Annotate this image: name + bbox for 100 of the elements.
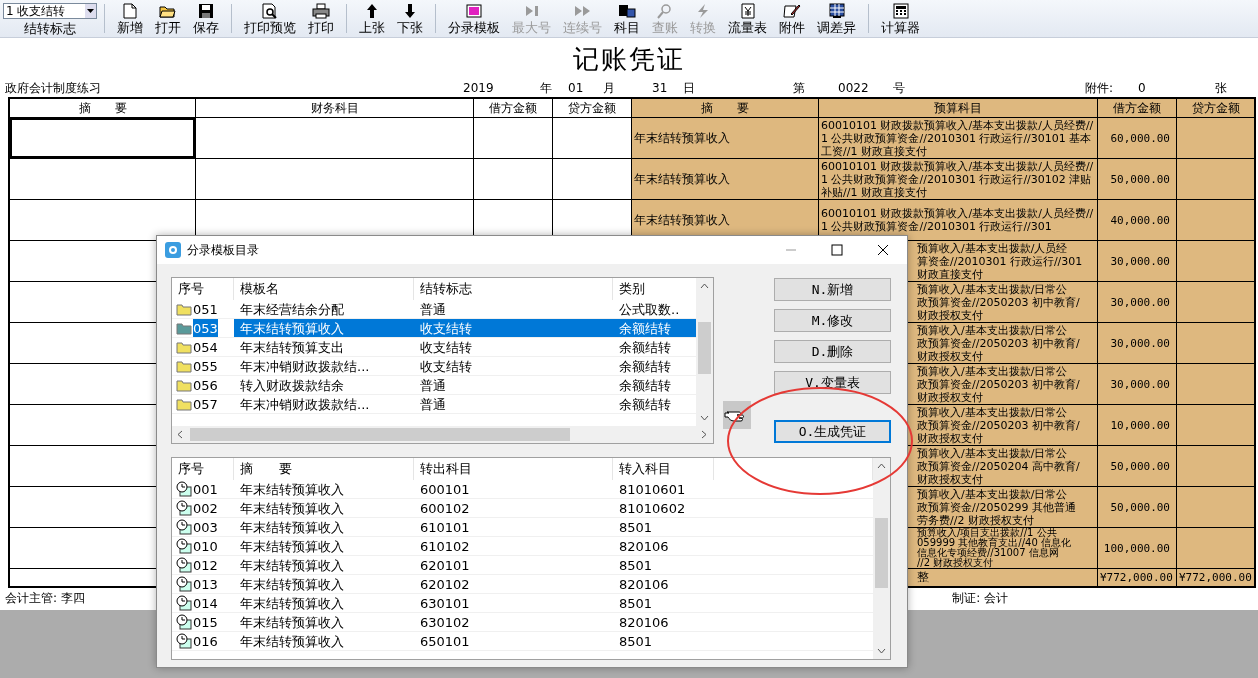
toolbar-button[interactable]: 流量表 bbox=[724, 0, 771, 37]
table-cell: 10,000.00 bbox=[1097, 404, 1177, 446]
toolbar-button[interactable]: 附件 bbox=[775, 0, 809, 37]
list-row[interactable]: 057 年末冲销财政拨款结... 普通 余额结转 bbox=[172, 395, 696, 414]
toolbar-button[interactable]: 上张 bbox=[355, 0, 389, 37]
table-cell: 820106 bbox=[619, 575, 669, 593]
table-cell: 余额结转 bbox=[619, 338, 671, 356]
header-text: 31 bbox=[652, 80, 669, 97]
table-text: 预算收入/项目支出拨款//1 公共 bbox=[917, 528, 1058, 538]
toolbar-button[interactable]: 计算器 bbox=[877, 0, 924, 37]
toolbar-button[interactable]: 新增 bbox=[113, 0, 147, 37]
table-text: 算资金//2010301 行政运行//301 bbox=[917, 254, 1084, 268]
column-header: 贷方金额 bbox=[552, 98, 632, 118]
table-cell: 年末结转预算支出 bbox=[240, 338, 344, 356]
table-cell: 年末结转预算收入 bbox=[240, 499, 344, 517]
pen-paper-icon bbox=[783, 3, 801, 19]
table-cell: 40,000.00 bbox=[1097, 199, 1177, 241]
table-cell: 年末结转预算收入 bbox=[240, 594, 344, 612]
table-cell: 年末结转预算收入 bbox=[631, 158, 819, 200]
table-text: 劳务费//2 财政授权支付 bbox=[917, 513, 1035, 527]
table-cell: 8501 bbox=[619, 556, 653, 574]
table-text: 预算收入/基本支出拨款/日常公 bbox=[917, 405, 1068, 419]
document-magnifier-icon bbox=[261, 3, 279, 19]
column-header: 结转标志 bbox=[414, 278, 613, 300]
list-row[interactable]: 056 转入财政拨款结余 普通 余额结转 bbox=[172, 376, 696, 395]
toolbar-button[interactable]: 打印 bbox=[304, 0, 338, 37]
pointing-hand-icon bbox=[723, 401, 751, 429]
list-row[interactable]: 055 年末冲销财政拨款结... 收支结转 余额结转 bbox=[172, 357, 696, 376]
table-cell: 81010601 bbox=[619, 480, 686, 498]
toolbar-button[interactable]: 调差异 bbox=[813, 0, 860, 37]
frame-icon bbox=[465, 3, 483, 19]
toolbar-button[interactable]: 打印预览 bbox=[240, 0, 300, 37]
header-text: 号 bbox=[893, 80, 906, 97]
table-cell: 余额结转 bbox=[619, 357, 671, 375]
table-cell: 年末经营结余分配 bbox=[240, 300, 344, 318]
table-cell: 8501 bbox=[619, 632, 653, 650]
table-text: 预算收入/基本支出拨款/日常公 bbox=[917, 487, 1069, 501]
table-cell: 年末结转预算收入 bbox=[240, 632, 344, 650]
dialog-button[interactable]: N.新增 bbox=[774, 278, 891, 301]
header-text: 0022 bbox=[838, 80, 870, 97]
table-cell: 001 bbox=[193, 480, 218, 498]
table-text: 预算收入/基本支出拨款/日常公 bbox=[917, 323, 1068, 337]
table-text: 政预算资金//2050203 初中教育/ bbox=[917, 418, 1081, 432]
header-text: 第 bbox=[793, 80, 806, 97]
folder-icon bbox=[176, 378, 192, 392]
dialog-button[interactable]: D.删除 bbox=[774, 340, 891, 363]
table-text: 预算收入/基本支出拨款/日常公 bbox=[917, 446, 1068, 460]
toolbar-button[interactable]: 保存 bbox=[189, 0, 223, 37]
table-cell: 收支结转 bbox=[420, 338, 472, 356]
table-text: 财政授权支付 bbox=[917, 431, 984, 445]
toolbar-button[interactable]: 打开 bbox=[151, 0, 185, 37]
dialog-button[interactable]: O.生成凭证 bbox=[774, 420, 891, 443]
table-text: 政预算资金//2050203 初中教育/ bbox=[917, 295, 1081, 309]
header-text: 2019 bbox=[463, 80, 495, 97]
column-header: 预算科目 bbox=[818, 98, 1098, 118]
table-cell: 普通 bbox=[420, 395, 446, 413]
table-cell: 051 bbox=[193, 300, 218, 318]
table-text: 政预算资金//2050203 初中教育/ bbox=[917, 336, 1081, 350]
toolbar-button[interactable]: 科目 bbox=[610, 0, 644, 37]
column-header: 转入科目 bbox=[613, 458, 714, 480]
table-text: 60010101 财政拨款预算收入/基本支出拨款/人员经费//1 公共财政预算资金//2010301 行政运行//30102 津贴补贴//1 财政直接支付 bbox=[821, 159, 1095, 199]
table-cell: 650101 bbox=[420, 632, 470, 650]
table-cell: 余额结转 bbox=[619, 376, 671, 394]
column-header: 摘 要 bbox=[631, 98, 819, 118]
toolbar-button[interactable]: 下张 bbox=[393, 0, 427, 37]
table-cell: 30,000.00 bbox=[1097, 281, 1177, 323]
list-row[interactable]: 054 年末结转预算支出 收支结转 余额结转 bbox=[172, 338, 696, 357]
table-cell: 年末冲销财政拨款结... bbox=[240, 357, 370, 375]
table-text: 政预算资金//2050204 高中教育/ bbox=[917, 459, 1081, 473]
carry-flag-dropdown[interactable]: 1 收支结转 bbox=[3, 3, 97, 19]
list-row[interactable]: 053 年末结转预算收入 收支结转 余额结转 bbox=[172, 319, 696, 338]
dialog-button[interactable]: M.修改 bbox=[774, 309, 891, 332]
column-header: 财务科目 bbox=[195, 98, 474, 118]
focused-cell[interactable] bbox=[10, 118, 195, 158]
header-text: 附件: bbox=[1085, 80, 1115, 97]
calculator-icon bbox=[891, 3, 910, 19]
table-text: 财政授权支付 bbox=[917, 472, 984, 486]
table-text: 60010101 财政拨款预算收入/基本支出拨款/人员经费//1 公共财政预算资金//2010301 行政运行//301 bbox=[821, 207, 1095, 233]
table-text: 059999 其他教育支出//40 信息化 bbox=[917, 538, 1072, 548]
table-cell: 002 bbox=[193, 499, 218, 517]
column-header: 摘 要 bbox=[234, 458, 414, 480]
header-text: 01 bbox=[568, 80, 585, 97]
column-header: 摘 要 bbox=[9, 98, 196, 118]
table-cell: 056 bbox=[193, 376, 218, 394]
table-cell: 057 bbox=[193, 395, 218, 413]
table-text: 预算收入/基本支出拨款/人员经 bbox=[917, 241, 1069, 255]
table-text: 60010101 财政拨款预算收入/基本支出拨款/人员经费//1 公共财政预算资金//2010301 行政运行//30101 基本工资//1 财政直接支付 bbox=[821, 118, 1095, 158]
clock-document-icon bbox=[176, 614, 192, 630]
combo-label: 结转标志 bbox=[24, 20, 76, 38]
dialog-button[interactable]: V.变量表 bbox=[774, 371, 891, 394]
table-cell: 余额结转 bbox=[619, 319, 671, 337]
toolbar-button[interactable]: 分录模板 bbox=[444, 0, 504, 37]
table-text: 财政授权支付 bbox=[917, 390, 984, 404]
table-cell: 600102 bbox=[420, 499, 470, 517]
footer-text: 会计主管: 李四 bbox=[5, 591, 85, 606]
header-text: 政府会计制度练习 bbox=[5, 80, 102, 97]
table-icon bbox=[827, 3, 846, 19]
header-text: 年 bbox=[540, 80, 553, 97]
table-text: 财政授权支付 bbox=[917, 349, 984, 363]
table-cell: 016 bbox=[193, 632, 218, 650]
